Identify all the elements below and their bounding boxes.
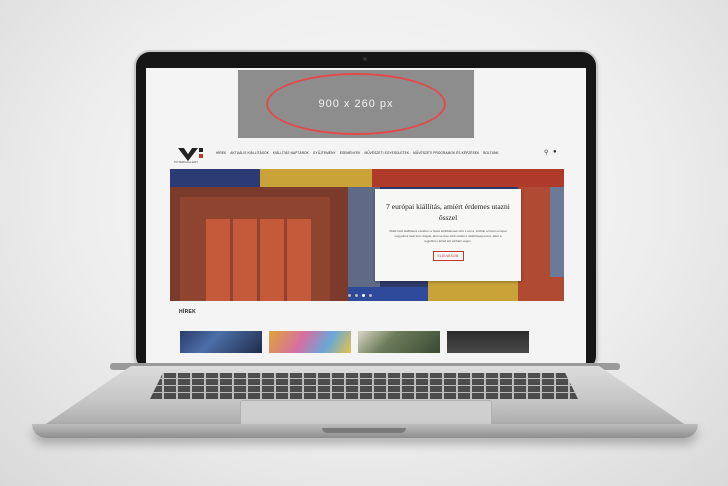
nav-item-kiallitas-naptarok[interactable]: KIÁLLÍTÁS NAPTÁROK <box>273 151 309 155</box>
laptop-screen: 900 x 260 px POTERGALLERY HÍREK AKTUÁLIS… <box>146 68 586 366</box>
slider-dot[interactable] <box>369 294 372 297</box>
news-section-title: HÍREK <box>179 309 197 315</box>
ad-banner[interactable]: 900 x 260 px <box>238 70 474 138</box>
user-icon[interactable]: ● <box>553 149 557 155</box>
nav-item-gyujtemeny[interactable]: GYŰJTEMÉNY <box>313 151 336 155</box>
hero-card: 7 európai kiállítás, amiért érdemes utaz… <box>375 189 521 281</box>
nav-item-boltunk[interactable]: BOLTUNK <box>483 151 499 155</box>
nav-item-aktualis-kiallitasok[interactable]: AKTUÁLIS KIÁLLÍTÁSOK <box>230 151 269 155</box>
nav-item-muveszeti-egyesuletek[interactable]: MŰVÉSZETI EGYESÜLETEK <box>364 151 409 155</box>
ad-placeholder-label: 900 x 260 px <box>266 73 446 135</box>
slider-dot[interactable] <box>348 294 351 297</box>
nav-item-hirek[interactable]: HÍREK <box>216 151 226 155</box>
laptop-notch <box>322 428 406 433</box>
slider-dot[interactable] <box>355 294 358 297</box>
site-header: POTERGALLERY HÍREK AKTUÁLIS KIÁLLÍTÁSOK … <box>172 144 572 166</box>
laptop-keyboard <box>150 373 578 399</box>
hero-slider[interactable]: 7 európai kiállítás, amiért érdemes utaz… <box>170 169 564 301</box>
laptop-lid: 900 x 260 px POTERGALLERY HÍREK AKTUÁLIS… <box>136 52 596 370</box>
news-thumbnail[interactable] <box>358 331 440 353</box>
news-thumbnail[interactable] <box>447 331 529 353</box>
main-nav: HÍREK AKTUÁLIS KIÁLLÍTÁSOK KIÁLLÍTÁS NAP… <box>216 151 499 155</box>
hero-text: Múlik hető leállítások ezekben a hetek k… <box>389 229 507 243</box>
hero-title[interactable]: 7 európai kiállítás, amiért érdemes utaz… <box>385 201 511 223</box>
camera <box>363 57 367 61</box>
logo-text: POTERGALLERY <box>174 160 199 164</box>
nav-item-muveszeti-programok[interactable]: MŰVÉSZETI PROGRAMOK ÉS KÉPZÉSEK <box>413 151 479 155</box>
search-icon[interactable]: ⚲ <box>544 149 548 156</box>
read-more-button[interactable]: ELOLVASOM <box>432 251 464 261</box>
nav-item-esemenyek[interactable]: ESEMÉNYEK <box>340 151 361 155</box>
laptop-trackpad <box>240 400 492 427</box>
slider-dots <box>348 294 372 297</box>
news-thumbnail[interactable] <box>180 331 262 353</box>
slider-dot-active[interactable] <box>362 294 365 297</box>
news-thumbnail[interactable] <box>269 331 351 353</box>
